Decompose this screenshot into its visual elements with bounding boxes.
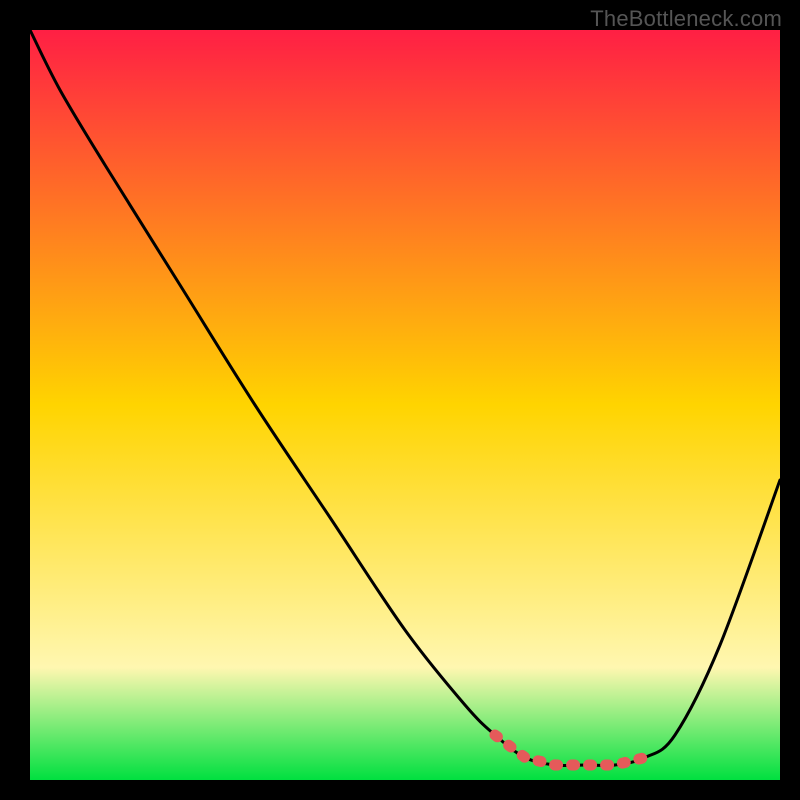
watermark-text: TheBottleneck.com (590, 6, 782, 32)
chart-frame: TheBottleneck.com (0, 0, 800, 800)
plot-svg (30, 30, 780, 780)
gradient-background (30, 30, 780, 780)
plot-area (30, 30, 780, 780)
